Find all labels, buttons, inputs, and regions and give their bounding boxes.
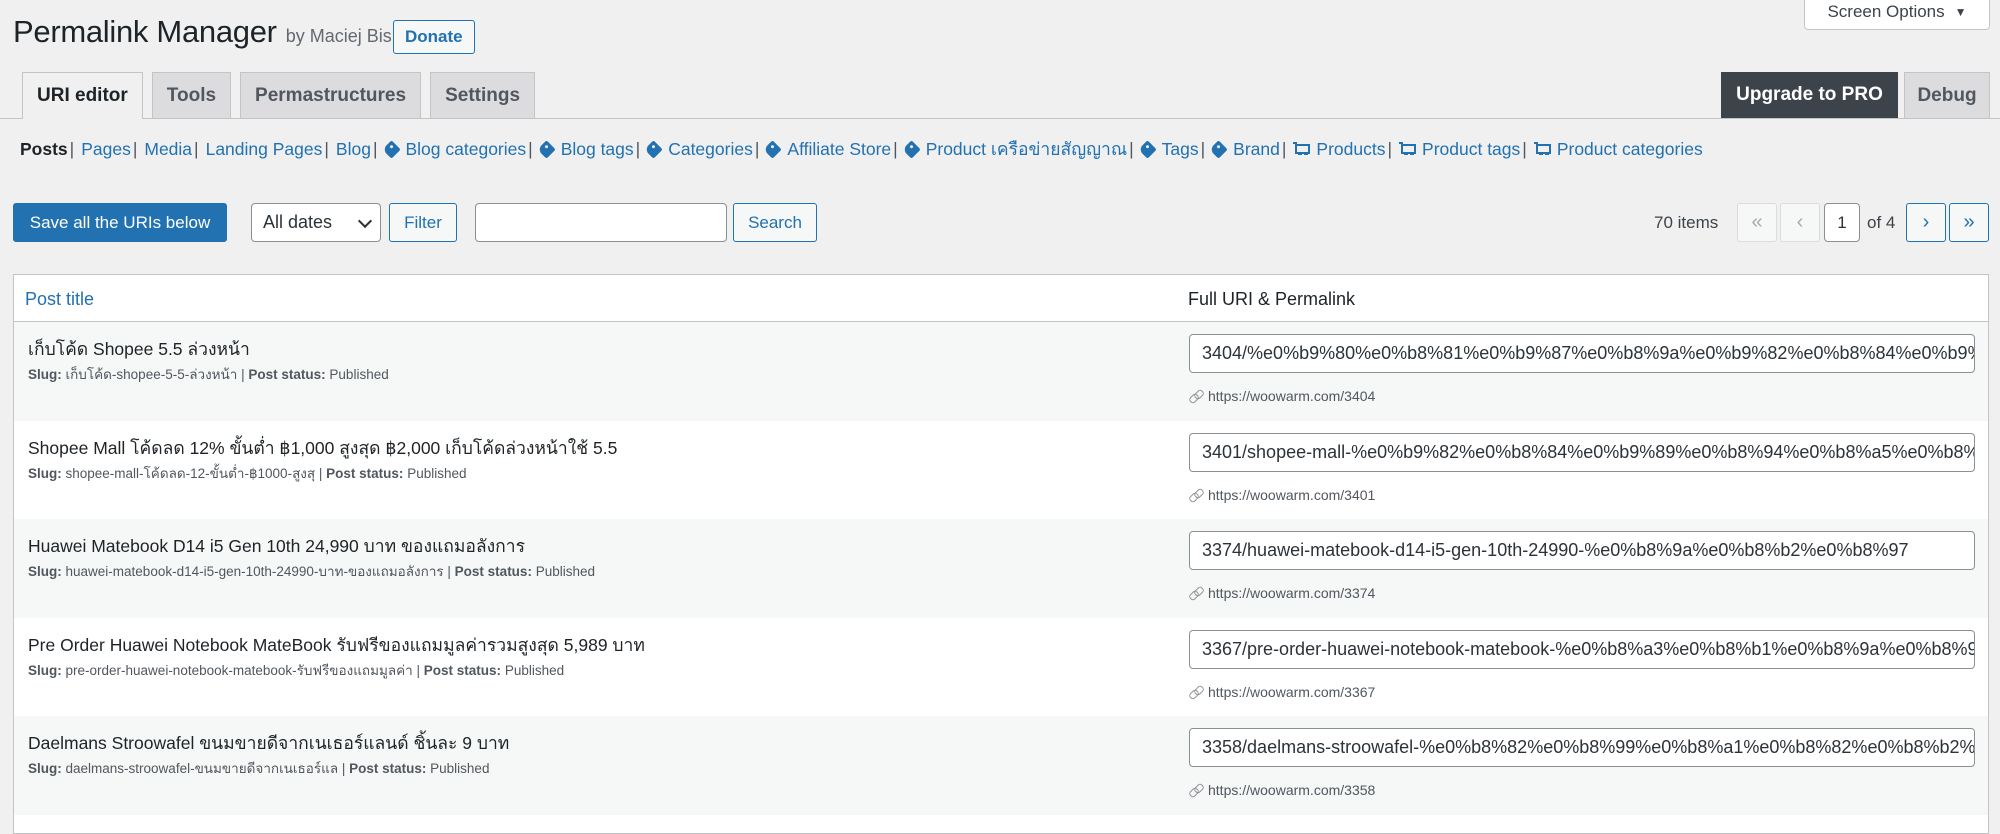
last-page-button[interactable]: »: [1949, 203, 1989, 242]
subnav-item-blog-categories[interactable]: Blog categories: [381, 139, 526, 160]
page-title: Permalink Manager: [13, 14, 277, 49]
table-row: Daelmans Stroowafel ขนมขายดีจากเนเธอร์แล…: [14, 716, 1988, 815]
screen-options-button[interactable]: Screen Options ▼: [1804, 0, 1990, 30]
uri-table: Post title Full URI & Permalink เก็บโค้ด…: [13, 274, 1989, 834]
uri-input[interactable]: 3374/huawei-matebook-d14-i5-gen-10th-249…: [1189, 531, 1975, 570]
subnav-item-product-network[interactable]: Product เครือข่ายสัญญาณ: [902, 135, 1127, 163]
subnav-item-categories[interactable]: Categories: [644, 139, 753, 160]
first-page-button[interactable]: «: [1737, 203, 1777, 242]
tab-uri-editor[interactable]: URI editor: [22, 72, 143, 119]
tab-permastructures[interactable]: Permastructures: [240, 72, 422, 118]
subnav-item-products[interactable]: Products: [1293, 139, 1385, 160]
post-meta: Slug: huawei-matebook-d14-i5-gen-10th-24…: [28, 564, 595, 579]
chevron-down-icon: [357, 213, 373, 229]
tag-icon: [1209, 139, 1228, 159]
donate-button[interactable]: Donate: [393, 20, 475, 54]
link-icon: [1190, 784, 1202, 796]
permalink[interactable]: https://woowarm.com/3404: [1190, 388, 1375, 404]
table-header: Post title Full URI & Permalink: [14, 275, 1988, 322]
subnav-item-product-tags[interactable]: Product tags: [1399, 139, 1520, 160]
page-header: Permalink Manager by Maciej Bis: [13, 14, 392, 50]
post-title: เก็บโค้ด Shopee 5.5 ล่วงหน้า: [28, 339, 250, 359]
subnav-item-product-categories[interactable]: Product categories: [1533, 139, 1703, 160]
screen-options-label: Screen Options: [1827, 1, 1945, 21]
caret-down-icon: ▼: [1954, 4, 1967, 19]
tag-icon: [1137, 139, 1157, 159]
cart-icon: [1533, 142, 1551, 156]
date-filter-select[interactable]: All dates: [251, 203, 381, 242]
link-icon: [1190, 489, 1202, 501]
subnav-item-landing-pages[interactable]: Landing Pages: [206, 139, 323, 160]
uri-input[interactable]: 3404/%e0%b9%80%e0%b8%81%e0%b9%87%e0%b8%9…: [1189, 334, 1975, 373]
permalink[interactable]: https://woowarm.com/3358: [1190, 782, 1375, 798]
cart-icon: [1293, 142, 1311, 156]
table-row: เก็บโค้ด Shopee 5.5 ล่วงหน้า Slug: เก็บโ…: [14, 322, 1988, 421]
tab-bar: URI editor Tools Permastructures Setting…: [22, 72, 536, 119]
search-button[interactable]: Search: [733, 203, 817, 242]
post-title: Shopee Mall โค้ดลด 12% ขั้นต่ำ ฿1,000 สู…: [28, 437, 618, 458]
subnav-item-affiliate-store[interactable]: Affiliate Store: [763, 139, 891, 160]
total-pages: of 4: [1867, 213, 1896, 232]
next-page-button[interactable]: ›: [1906, 203, 1946, 242]
content-type-subnav: Posts | Pages | Media | Landing Pages | Blog…: [20, 135, 1703, 163]
column-header-full-uri: Full URI & Permalink: [1188, 289, 1356, 309]
cart-icon: [1399, 142, 1417, 156]
post-title: Daelmans Stroowafel ขนมขายดีจากเนเธอร์แล…: [28, 733, 510, 753]
search-input[interactable]: [475, 203, 727, 242]
tag-icon: [381, 139, 401, 159]
permalink[interactable]: https://woowarm.com/3374: [1190, 585, 1375, 601]
tag-icon: [644, 139, 663, 159]
tab-debug[interactable]: Debug: [1904, 72, 1990, 118]
subnav-item-media[interactable]: Media: [144, 139, 192, 160]
table-row: Shopee Mall โค้ดลด 12% ขั้นต่ำ ฿1,000 สู…: [14, 421, 1988, 520]
uri-input[interactable]: 3358/daelmans-stroowafel-%e0%b8%82%e0%b8…: [1189, 728, 1975, 767]
tag-icon: [763, 139, 783, 159]
post-meta: Slug: เก็บโค้ด-shopee-5-5-ล่วงหน้า | Pos…: [28, 367, 389, 382]
author-byline: by Maciej Bis: [285, 26, 392, 46]
table-row: Pre Order Huawei Notebook MateBook รับฟร…: [14, 618, 1988, 717]
upgrade-to-pro-button[interactable]: Upgrade to PRO: [1721, 72, 1898, 118]
link-icon: [1190, 686, 1202, 698]
date-filter-value: All dates: [263, 212, 333, 232]
tag-icon: [536, 139, 556, 159]
post-title: Huawei Matebook D14 i5 Gen 10th 24,990 บ…: [28, 536, 525, 556]
tag-icon: [902, 139, 921, 159]
subnav-item-blog[interactable]: Blog: [336, 139, 371, 160]
uri-input[interactable]: 3367/pre-order-huawei-notebook-matebook-…: [1189, 629, 1975, 669]
permalink[interactable]: https://woowarm.com/3367: [1190, 684, 1375, 700]
tab-settings[interactable]: Settings: [430, 72, 536, 118]
post-meta: Slug: shopee-mall-โค้ดลด-12-ขั้นต่ำ-฿100…: [28, 465, 467, 481]
permalink[interactable]: https://woowarm.com/3401: [1190, 487, 1375, 503]
subnav-item-brand[interactable]: Brand: [1209, 139, 1280, 160]
subnav-item-tags[interactable]: Tags: [1137, 139, 1199, 160]
column-header-post-title[interactable]: Post title: [25, 289, 94, 310]
tab-tools[interactable]: Tools: [151, 72, 232, 118]
table-row: Huawei Matebook D14 i5 Gen 10th 24,990 บ…: [14, 519, 1988, 618]
uri-input[interactable]: 3401/shopee-mall-%e0%b9%82%e0%b8%84%e0%b…: [1189, 432, 1975, 472]
post-meta: Slug: daelmans-stroowafel-ขนมขายดีจากเนเ…: [28, 761, 490, 776]
subnav-item-posts[interactable]: Posts: [20, 139, 68, 160]
filter-button[interactable]: Filter: [389, 203, 457, 242]
subnav-item-pages[interactable]: Pages: [81, 139, 131, 160]
current-page-input[interactable]: 1: [1824, 203, 1860, 242]
link-icon: [1190, 587, 1202, 599]
subnav-item-blog-tags[interactable]: Blog tags: [536, 139, 634, 160]
link-icon: [1190, 390, 1202, 402]
post-title: Pre Order Huawei Notebook MateBook รับฟร…: [28, 634, 645, 655]
post-meta: Slug: pre-order-huawei-notebook-matebook…: [28, 662, 565, 678]
prev-page-button[interactable]: ‹: [1780, 203, 1820, 242]
items-count: 70 items: [1654, 213, 1719, 232]
save-all-uris-button[interactable]: Save all the URIs below: [13, 203, 227, 242]
